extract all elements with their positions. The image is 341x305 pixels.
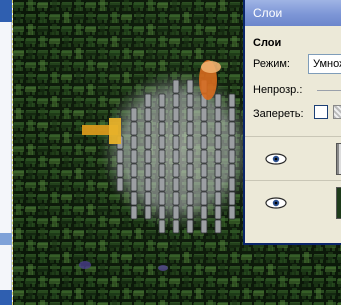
blend-mode-label: Режим:: [253, 58, 290, 70]
lock-label: Запереть:: [253, 108, 304, 120]
opacity-row: Непрозр.:: [245, 78, 341, 102]
palette-title-bar[interactable]: Слои: [245, 0, 341, 26]
lock-row: Запереть:: [245, 102, 341, 126]
left-strip-highlight-bottom: [0, 290, 12, 305]
opacity-slider[interactable]: [317, 90, 341, 91]
opacity-label: Непрозр.:: [253, 84, 303, 96]
lock-transparency-checkbox[interactable]: [314, 105, 328, 119]
blend-mode-row: Режим: Умножение: [245, 54, 341, 78]
layer-row-grass[interactable]: [245, 180, 341, 224]
layer-row-weave[interactable]: [245, 136, 341, 180]
layer-thumbnail: [336, 143, 341, 175]
lock-pixels-icon[interactable]: [333, 105, 341, 119]
eye-icon[interactable]: [263, 195, 289, 211]
left-strip-highlight-middle: [0, 233, 12, 245]
eye-icon[interactable]: [263, 151, 289, 167]
layer-thumbnail: [336, 187, 341, 219]
left-strip-highlight-top: [0, 0, 12, 22]
panel-heading: Слои: [253, 37, 282, 49]
layers-palette: Слои Слои Режим: Умножение Непрозр.: Зап…: [243, 0, 341, 245]
blend-mode-select[interactable]: Умножение: [308, 54, 341, 74]
editor-left-strip: [0, 0, 12, 305]
